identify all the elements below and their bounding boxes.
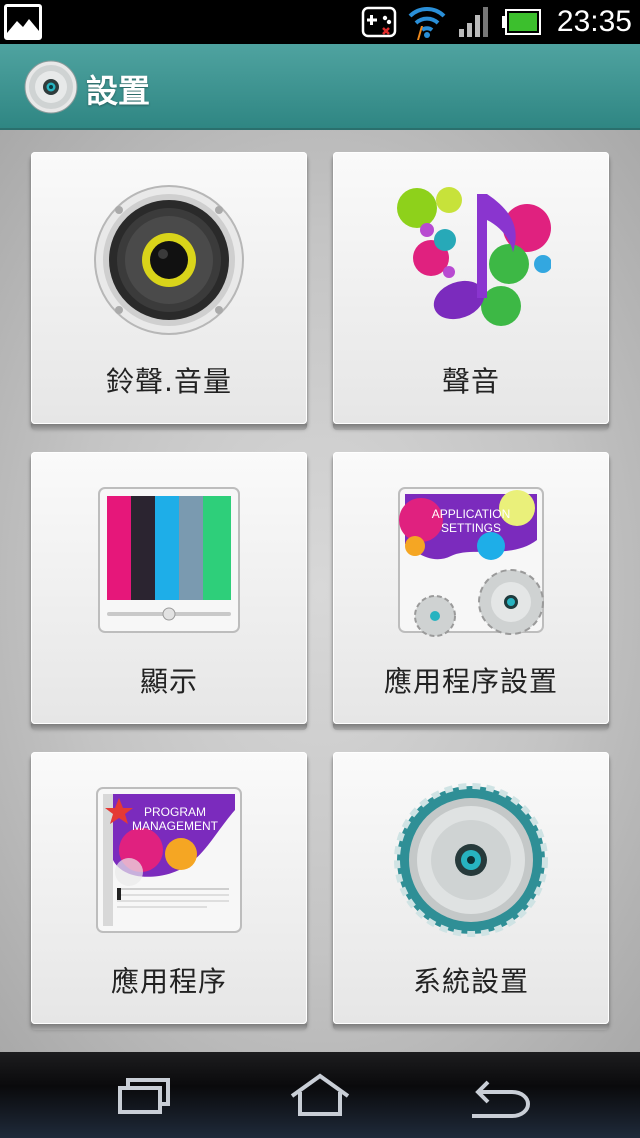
tile-label: 系統設置 [412,965,529,998]
settings-grid: 鈴聲.音量 聲音 顯示 APPLICATION SETTINGS 應用程序設置 … [0,130,640,1052]
icon-text: SETTINGS [441,521,501,535]
display-bars-icon [98,487,240,633]
page-title: 設置 [86,72,151,110]
title-bar: 設置 [0,44,640,130]
tile-label: 顯示 [139,665,198,698]
application-settings-icon: APPLICATION SETTINGS [398,487,544,637]
tile-label: 聲音 [441,365,500,398]
tile-sound[interactable]: 聲音 [333,152,609,430]
home-icon[interactable] [280,1070,360,1122]
tile-label: 鈴聲.音量 [106,365,232,398]
speaker-icon [94,185,244,335]
icon-text: APPLICATION [432,507,510,521]
clock: 23:35 [556,5,632,38]
program-management-icon: PROGRAM MANAGEMENT [96,787,242,933]
battery-icon [501,9,541,35]
settings-disc-icon [24,60,78,114]
tile-display[interactable]: 顯示 [31,452,307,730]
tile-label: 應用程序設置 [383,665,558,698]
icon-text: PROGRAM [144,805,206,819]
icon-text: MANAGEMENT [132,819,219,833]
gallery-icon [4,4,42,40]
wifi-icon [408,6,446,40]
tile-application-settings[interactable]: APPLICATION SETTINGS 應用程序設置 [333,452,609,730]
back-icon[interactable] [458,1070,538,1122]
music-note-icon [397,187,551,326]
recent-apps-icon[interactable] [102,1070,182,1122]
tile-system-settings[interactable]: 系統設置 [333,752,609,1030]
tile-ringtone-volume[interactable]: 鈴聲.音量 [31,152,307,430]
navigation-bar [0,1052,640,1138]
game-controller-icon [361,6,397,38]
system-gear-icon [394,783,548,937]
tile-label: 應用程序 [110,965,227,998]
status-bar: 23:35 [0,0,640,44]
tile-applications[interactable]: PROGRAM MANAGEMENT 應用程序 [31,752,307,1030]
signal-icon [458,7,488,37]
